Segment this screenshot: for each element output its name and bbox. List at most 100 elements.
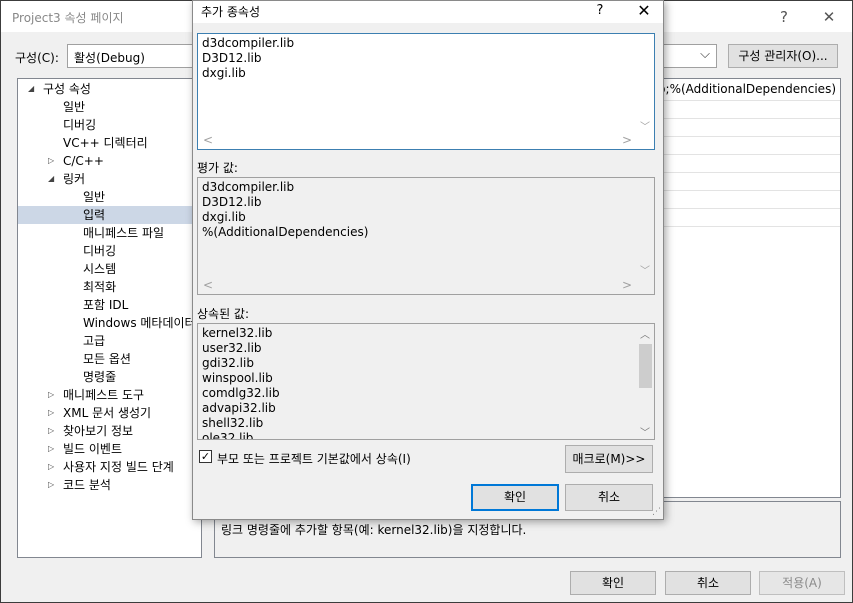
tree-item-label: 사용자 지정 빌드 단계	[63, 460, 174, 474]
tree-item-label: 명령줄	[83, 370, 117, 384]
chevron-down-icon: ⌵	[700, 47, 710, 62]
edit-hscroll[interactable]: < >	[198, 133, 654, 149]
tree-item[interactable]: 모든 옵션	[18, 350, 201, 368]
tree-item[interactable]: ▷ XML 문서 생성기	[18, 404, 201, 422]
property-tree[interactable]: ◢ 구성 속성 일반 디버깅 VC++ 디렉터리 ▷ C/C++ ◢ 링커 일반 입력 매니페스트 파…	[17, 78, 202, 558]
tree-item-label: 일반	[63, 100, 86, 114]
inherit-checkbox-label[interactable]: 부모 또는 프로젝트 기본값에서 상속(I)	[217, 450, 411, 467]
tree-item[interactable]: 디버깅	[18, 116, 201, 134]
config-combo[interactable]: 활성(Debug)	[67, 44, 207, 68]
list-item: ole32.lib	[202, 431, 254, 440]
apply-button[interactable]: 적용(A)	[759, 571, 845, 595]
tree-item-label: 찾아보기 정보	[63, 424, 134, 438]
tree-item[interactable]: 일반	[18, 98, 201, 116]
tree-item[interactable]: 고급	[18, 332, 201, 350]
tree-item[interactable]: 포함 IDL	[18, 296, 201, 314]
platform-combo[interactable]: ⌵	[663, 44, 717, 68]
tree-item-label: 디버깅	[83, 244, 117, 258]
scroll-down-icon[interactable]: ﹀	[640, 118, 650, 133]
tree-item[interactable]: VC++ 디렉터리	[18, 134, 201, 152]
scroll-thumb[interactable]	[639, 344, 652, 388]
scroll-left-icon[interactable]: <	[203, 278, 213, 292]
tree-item-label: C/C++	[63, 154, 104, 168]
list-item: D3D12.lib	[202, 51, 262, 65]
scroll-left-icon[interactable]: <	[203, 133, 213, 147]
expand-arrow-icon[interactable]: ▷	[48, 404, 54, 422]
scroll-right-icon[interactable]: >	[622, 133, 632, 147]
inherited-values-box[interactable]: ︿ ﹀ kernel32.lib user32.lib gdi32.lib winsp…	[197, 323, 655, 440]
tree-item[interactable]: 입력	[18, 206, 201, 224]
expand-arrow-icon[interactable]: ▷	[48, 476, 54, 494]
tree-item[interactable]: ▷ 사용자 지정 빌드 단계	[18, 458, 201, 476]
tree-item-label: 디버깅	[63, 118, 97, 132]
list-item: advapi32.lib	[202, 401, 276, 415]
tree-item-label: 매니페스트 파일	[83, 226, 165, 240]
expand-arrow-icon[interactable]: ▷	[48, 386, 54, 404]
collapse-arrow-icon[interactable]: ◢	[48, 170, 54, 188]
description-text: 링크 명령줄에 추가할 항목(예: kernel32.lib)을 지정합니다.	[221, 523, 527, 537]
dialog-close-button[interactable]: ✕	[629, 1, 659, 23]
tree-item-label: Windows 메타데이터	[83, 316, 196, 330]
dialog-cancel-button[interactable]: 취소	[565, 484, 653, 511]
scroll-down-icon[interactable]: ﹀	[640, 424, 650, 439]
list-item: %(AdditionalDependencies)	[202, 225, 369, 239]
tree-item-label: 매니페스트 도구	[63, 388, 145, 402]
tree-item[interactable]: ▷ C/C++	[18, 152, 201, 170]
list-item: dxgi.lib	[202, 210, 246, 224]
tree-item-label: 시스템	[83, 262, 117, 276]
list-item: d3dcompiler.lib	[202, 36, 295, 50]
main-cancel-button[interactable]: 취소	[665, 571, 751, 595]
tree-item[interactable]: ▷ 코드 분석	[18, 476, 201, 494]
resize-grip-icon[interactable]: ⋰	[652, 507, 661, 517]
dialog-help-button[interactable]: ?	[589, 1, 611, 23]
collapse-arrow-icon[interactable]: ◢	[28, 80, 34, 98]
expand-arrow-icon[interactable]: ▷	[48, 422, 54, 440]
main-help-button[interactable]: ?	[764, 5, 804, 29]
tree-item-label: 빌드 이벤트	[63, 442, 123, 456]
list-item: d3dcompiler.lib	[202, 180, 295, 194]
list-item: user32.lib	[202, 341, 262, 355]
tree-item[interactable]: 명령줄	[18, 368, 201, 386]
additional-dependencies-dialog: 추가 종속성 ? ✕ ﹀ < > d3dcompiler.lib D3D12.li…	[192, 0, 664, 520]
tree-item[interactable]: 최적화	[18, 278, 201, 296]
inherit-checkbox[interactable]: ✓	[199, 450, 212, 463]
tree-item[interactable]: 일반	[18, 188, 201, 206]
tree-item[interactable]: Windows 메타데이터	[18, 314, 201, 332]
macro-button[interactable]: 매크로(M)>>	[565, 445, 653, 473]
tree-item-label: 링커	[63, 172, 86, 186]
config-manager-button[interactable]: 구성 관리자(O)...	[728, 44, 838, 68]
list-item: kernel32.lib	[202, 326, 273, 340]
tree-item-label: 모든 옵션	[83, 352, 131, 366]
tree-item[interactable]: ▷ 빌드 이벤트	[18, 440, 201, 458]
expand-arrow-icon[interactable]: ▷	[48, 458, 54, 476]
evaluated-values-box[interactable]: ﹀ < > d3dcompiler.lib D3D12.lib dxgi.lib %(…	[197, 177, 655, 295]
tree-item[interactable]: 매니페스트 파일	[18, 224, 201, 242]
dialog-title: 추가 종속성	[201, 5, 261, 19]
grid-value[interactable]: lib;%(AdditionalDependencies)	[651, 82, 836, 96]
inherited-label: 상속된 값:	[197, 307, 250, 321]
main-ok-button[interactable]: 확인	[570, 571, 656, 595]
tree-item[interactable]: 디버깅	[18, 242, 201, 260]
edit-vscroll[interactable]: ﹀	[637, 34, 654, 149]
dependencies-edit-box[interactable]: ﹀ < > d3dcompiler.lib D3D12.lib dxgi.lib	[197, 33, 655, 150]
list-item: comdlg32.lib	[202, 386, 280, 400]
main-close-button[interactable]: ✕	[809, 5, 849, 29]
window-title: Project3 속성 페이지	[12, 11, 124, 25]
scroll-right-icon[interactable]: >	[622, 278, 632, 292]
tree-item[interactable]: ▷ 찾아보기 정보	[18, 422, 201, 440]
expand-arrow-icon[interactable]: ▷	[48, 152, 54, 170]
tree-item[interactable]: ▷ 매니페스트 도구	[18, 386, 201, 404]
evaluated-hscroll[interactable]: < >	[198, 278, 654, 294]
tree-item-label: 코드 분석	[63, 478, 111, 492]
tree-item[interactable]: ◢ 구성 속성	[18, 80, 201, 98]
scroll-up-icon[interactable]: ︿	[640, 326, 650, 341]
tree-item[interactable]: 시스템	[18, 260, 201, 278]
expand-arrow-icon[interactable]: ▷	[48, 440, 54, 458]
evaluated-vscroll[interactable]: ﹀	[637, 178, 654, 294]
tree-item[interactable]: ◢ 링커	[18, 170, 201, 188]
dialog-ok-button[interactable]: 확인	[471, 484, 559, 511]
tree-item-label: 최적화	[83, 280, 117, 294]
inherited-vscroll[interactable]: ︿ ﹀	[637, 324, 654, 439]
scroll-down-icon[interactable]: ﹀	[640, 262, 650, 277]
list-item: dxgi.lib	[202, 66, 246, 80]
